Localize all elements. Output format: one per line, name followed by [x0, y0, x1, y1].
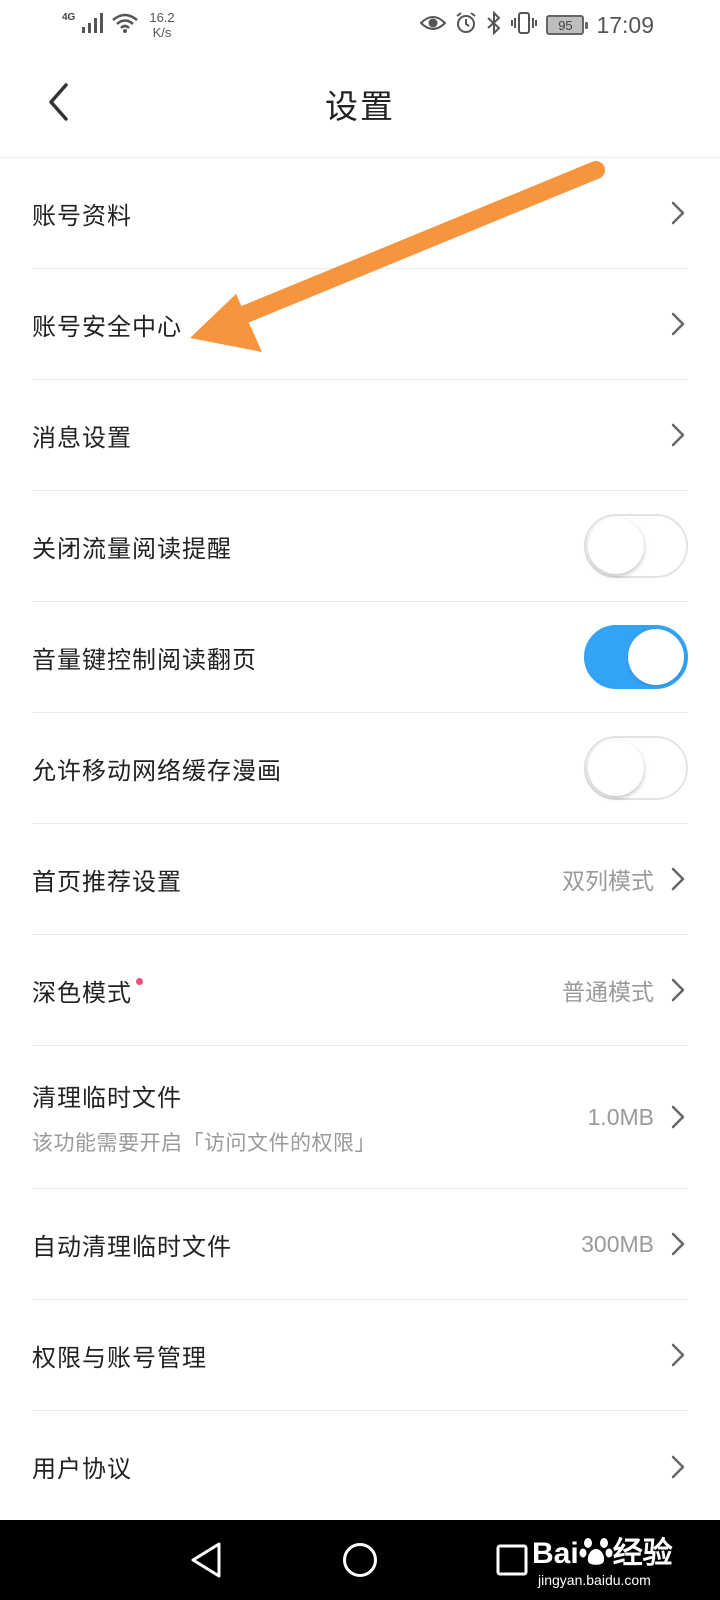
chevron-right-icon: [668, 1340, 688, 1370]
chevron-right-icon: [668, 309, 688, 339]
toggle-knob: [628, 629, 684, 685]
setting-home-recommend[interactable]: 首页推荐设置 双列模式: [32, 824, 688, 935]
chevron-right-icon: [668, 1102, 688, 1132]
row-right: [584, 491, 688, 601]
watermark-logo-left: Bai: [532, 1537, 579, 1570]
battery-icon: 95: [546, 15, 589, 35]
network-type: 4G: [62, 11, 76, 23]
setting-value: 双列模式: [562, 868, 654, 894]
bluetooth-icon: [486, 10, 502, 39]
row-right: [668, 1411, 688, 1522]
setting-clear-temp[interactable]: 清理临时文件 该功能需要开启「访问文件的权限」 1.0MB: [32, 1046, 688, 1189]
nav-back-button[interactable]: [182, 1536, 230, 1584]
toggle-switch[interactable]: [584, 514, 688, 578]
chevron-right-icon: [668, 1229, 688, 1259]
watermark-url: jingyan.baidu.com: [538, 1572, 651, 1588]
toggle-knob: [588, 740, 644, 796]
setting-label: 权限与账号管理: [32, 1343, 207, 1372]
setting-permissions[interactable]: 权限与账号管理: [32, 1300, 688, 1411]
nav-bar: Bai 经验 jingyan.baidu.com: [0, 1520, 720, 1600]
row-right: [668, 269, 688, 379]
baidu-jingyan-watermark: Bai 经验 jingyan.baidu.com: [532, 1528, 702, 1592]
setting-label: 深色模式: [32, 973, 143, 1008]
dark-mode-label: 深色模式: [32, 978, 132, 1007]
row-right: 普通模式: [562, 935, 688, 1045]
setting-label: 清理临时文件: [32, 1083, 182, 1112]
settings-list: 账号资料 账号安全中心 消息设置 关闭流量阅读提醒 音量键控制阅读翻页 允许移动…: [32, 158, 688, 1522]
setting-message[interactable]: 消息设置: [32, 380, 688, 491]
setting-user-agreement[interactable]: 用户协议: [32, 1411, 688, 1522]
setting-label: 允许移动网络缓存漫画: [32, 756, 282, 785]
chevron-right-icon: [668, 420, 688, 450]
nav-recents-button[interactable]: [488, 1536, 536, 1584]
row-right: [668, 380, 688, 490]
setting-volume-key-page: 音量键控制阅读翻页: [32, 602, 688, 713]
row-right: [584, 602, 688, 712]
triangle-back-icon: [191, 1542, 221, 1578]
new-badge-dot: [136, 977, 143, 985]
eye-icon: [420, 13, 447, 37]
chevron-right-icon: [668, 975, 688, 1005]
chevron-right-icon: [668, 198, 688, 228]
setting-label: 首页推荐设置: [32, 867, 182, 896]
alarm-icon: [454, 11, 478, 39]
setting-value: 普通模式: [562, 979, 654, 1005]
row-right: [668, 158, 688, 268]
status-bar: 4G 16.2 K/s 95 17:09: [0, 0, 720, 50]
signal-icon: [81, 12, 105, 38]
setting-label: 账号资料: [32, 201, 132, 230]
chevron-right-icon: [668, 1452, 688, 1482]
row-right: 双列模式: [562, 824, 688, 934]
watermark-logo-right: 经验: [612, 1537, 673, 1570]
setting-mobile-cache-comics: 允许移动网络缓存漫画: [32, 713, 688, 824]
nav-home-button[interactable]: [336, 1536, 384, 1584]
clock: 17:09: [596, 11, 654, 38]
setting-account-security[interactable]: 账号安全中心: [32, 269, 688, 380]
wifi-icon: [111, 12, 139, 38]
setting-text: 清理临时文件 该功能需要开启「访问文件的权限」: [32, 1078, 376, 1157]
header: 设置: [0, 50, 720, 158]
setting-label: 音量键控制阅读翻页: [32, 645, 257, 674]
vibrate-icon: [510, 11, 538, 39]
setting-label: 关闭流量阅读提醒: [32, 534, 232, 563]
watermark-logo: Bai 经验: [532, 1528, 702, 1575]
row-right: 300MB: [581, 1189, 688, 1299]
speed-value: 16.2: [149, 10, 175, 25]
row-right: [584, 713, 688, 823]
speed-unit: K/s: [152, 25, 172, 40]
setting-label: 用户协议: [32, 1455, 132, 1483]
network-speed: 16.2 K/s: [149, 10, 174, 40]
setting-data-reading-reminder: 关闭流量阅读提醒: [32, 491, 688, 602]
toggle-switch[interactable]: [584, 736, 688, 800]
setting-value: 1.0MB: [587, 1103, 654, 1130]
setting-label: 消息设置: [32, 423, 132, 452]
setting-auto-clear-temp[interactable]: 自动清理临时文件 300MB: [32, 1189, 688, 1300]
toggle-switch[interactable]: [584, 625, 688, 689]
setting-label: 账号安全中心: [32, 312, 182, 341]
setting-label: 自动清理临时文件: [32, 1232, 232, 1261]
setting-account-profile[interactable]: 账号资料: [32, 158, 688, 269]
row-right: [668, 1300, 688, 1410]
page-title: 设置: [325, 87, 395, 126]
paw-icon: [579, 1535, 613, 1575]
toggle-knob: [588, 518, 644, 574]
setting-value: 300MB: [581, 1230, 654, 1257]
circle-home-icon: [343, 1543, 377, 1577]
status-left: 4G 16.2 K/s: [62, 8, 175, 42]
setting-dark-mode[interactable]: 深色模式 普通模式: [32, 935, 688, 1046]
status-right: 95 17:09: [420, 8, 654, 42]
chevron-right-icon: [668, 864, 688, 894]
square-recents-icon: [496, 1544, 528, 1576]
row-right: 1.0MB: [588, 1046, 688, 1188]
setting-subtitle: 该功能需要开启「访问文件的权限」: [32, 1130, 376, 1155]
